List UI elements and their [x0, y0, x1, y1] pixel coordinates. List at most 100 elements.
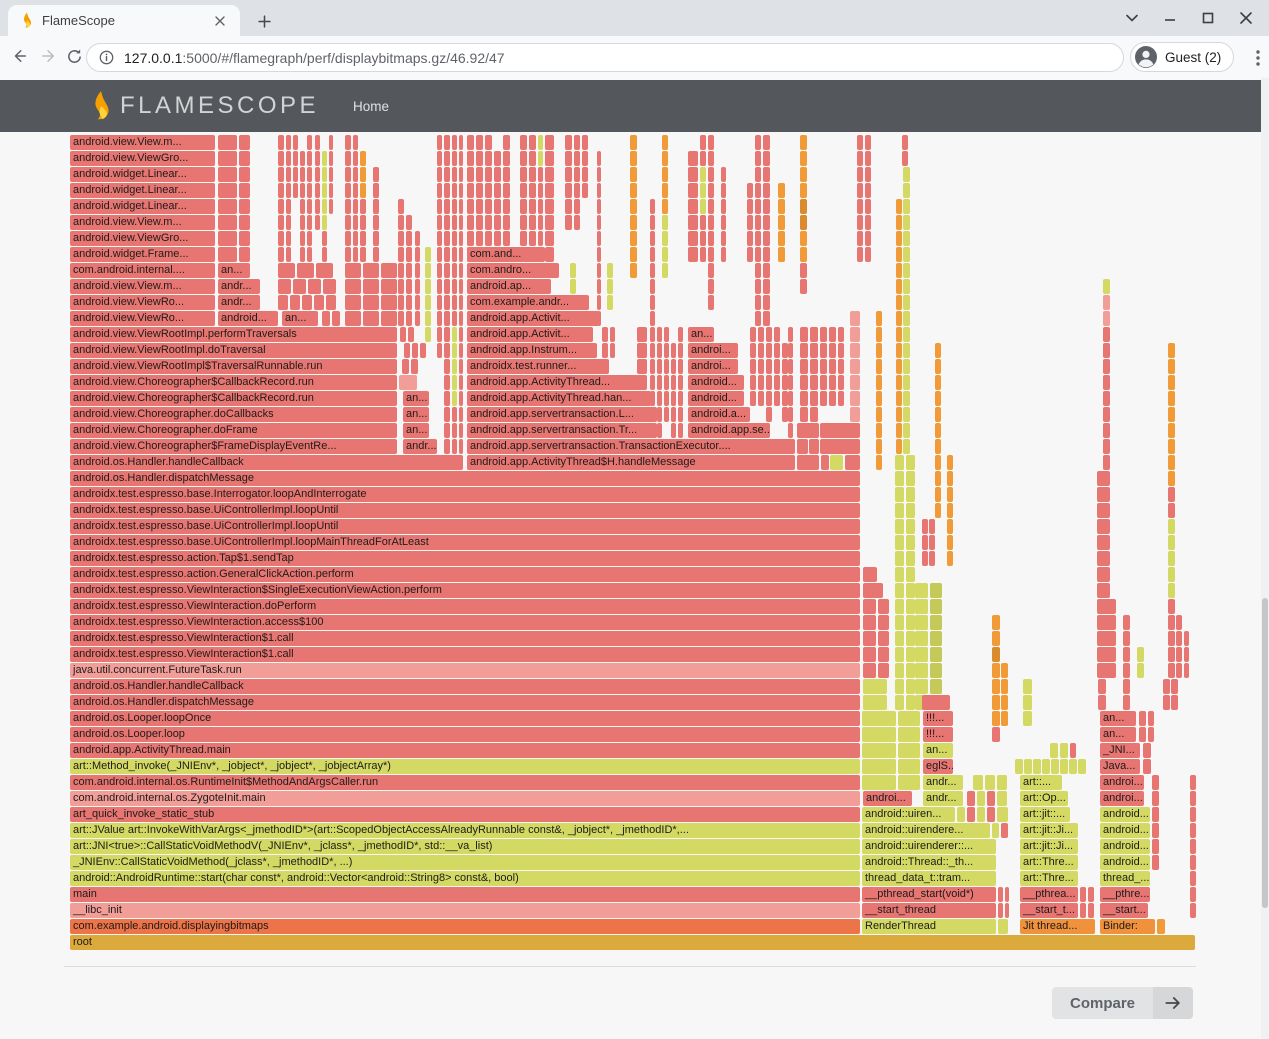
frame[interactable] [1148, 727, 1154, 742]
frame[interactable] [1123, 695, 1130, 710]
frame[interactable]: art::JNI<true>::CallStaticVoidMethodV(_J… [70, 839, 860, 854]
frame[interactable] [878, 599, 889, 614]
frame[interactable] [1123, 647, 1130, 662]
frame[interactable] [1190, 871, 1196, 886]
frame[interactable] [452, 295, 457, 310]
frame[interactable] [545, 151, 554, 166]
frame[interactable] [1176, 631, 1182, 646]
frame[interactable]: android::uiren... [862, 807, 955, 822]
frame[interactable] [485, 135, 492, 150]
frame[interactable] [1103, 343, 1110, 358]
frame[interactable] [503, 151, 510, 166]
frame[interactable] [239, 183, 250, 198]
url-bar[interactable]: 127.0.0.1:5000/#/flamegraph/perf/display… [86, 43, 1124, 72]
frame[interactable] [763, 167, 770, 182]
frame[interactable] [820, 359, 827, 374]
frame[interactable] [671, 359, 676, 374]
frame[interactable] [895, 647, 904, 662]
frame[interactable] [459, 199, 463, 214]
frame[interactable] [353, 167, 358, 182]
frame[interactable]: art::Thre... [1020, 871, 1078, 886]
frame[interactable]: android.view.ViewGro... [70, 151, 215, 166]
frame[interactable] [1097, 471, 1110, 486]
frame[interactable] [895, 583, 904, 598]
frame[interactable] [821, 455, 829, 470]
frame[interactable] [300, 151, 305, 166]
frame[interactable] [529, 199, 536, 214]
frame[interactable] [800, 359, 808, 374]
frame[interactable]: android.os.Handler.dispatchMessage [70, 471, 860, 486]
frame[interactable] [903, 375, 910, 390]
frame[interactable] [1139, 727, 1146, 742]
frame[interactable] [315, 167, 320, 182]
frame[interactable] [353, 135, 358, 150]
frame[interactable] [947, 487, 953, 502]
frame[interactable] [444, 391, 450, 406]
frame[interactable] [345, 183, 351, 198]
frame[interactable] [452, 167, 457, 182]
frame[interactable] [329, 183, 333, 198]
frame[interactable] [1163, 679, 1170, 694]
frame[interactable] [582, 151, 588, 166]
frame[interactable] [1168, 487, 1175, 502]
frame[interactable] [610, 327, 615, 342]
frame[interactable] [315, 151, 320, 166]
frame[interactable] [915, 663, 928, 678]
frame[interactable] [700, 167, 706, 182]
frame[interactable] [930, 631, 942, 646]
frame[interactable] [467, 183, 474, 198]
frame[interactable] [810, 359, 818, 374]
frame[interactable]: androidx.test.espresso.action.GeneralCli… [70, 567, 860, 582]
frame[interactable] [425, 295, 431, 310]
frame[interactable]: an... [688, 327, 714, 342]
close-icon[interactable] [1227, 6, 1265, 30]
frame[interactable] [286, 231, 291, 246]
frame[interactable] [876, 359, 882, 374]
frame[interactable] [360, 199, 366, 214]
frame[interactable] [381, 311, 397, 326]
frame[interactable]: com.and... [467, 247, 545, 262]
frame[interactable] [915, 615, 928, 630]
frame[interactable] [1097, 599, 1116, 614]
frame[interactable] [800, 135, 807, 150]
frame[interactable] [406, 215, 412, 230]
frame[interactable] [485, 151, 492, 166]
frame[interactable]: android.os.Handler.handleCallback [70, 679, 860, 694]
frame[interactable] [935, 455, 941, 470]
frame[interactable] [708, 263, 714, 278]
frame[interactable] [545, 135, 554, 150]
frame[interactable]: __start_thread [862, 903, 996, 918]
frame[interactable] [459, 151, 463, 166]
frame[interactable] [788, 359, 793, 374]
frame[interactable] [998, 903, 1003, 918]
frame[interactable] [766, 407, 772, 422]
frame[interactable] [758, 391, 764, 406]
frame[interactable] [755, 183, 761, 198]
frame[interactable] [998, 919, 1008, 934]
frame[interactable] [1088, 887, 1094, 902]
frame[interactable] [755, 135, 761, 150]
frame[interactable] [678, 359, 683, 374]
frame[interactable] [444, 343, 450, 358]
frame[interactable] [452, 279, 457, 294]
frame[interactable] [607, 295, 613, 310]
frame[interactable] [688, 151, 698, 166]
frame[interactable] [800, 151, 807, 166]
frame[interactable] [574, 215, 580, 230]
frame[interactable]: com.android.internal.... [70, 263, 215, 278]
frame[interactable] [574, 199, 580, 214]
frame[interactable] [1103, 407, 1110, 422]
frame[interactable] [800, 263, 807, 278]
frame[interactable] [329, 135, 333, 150]
frame[interactable] [307, 199, 312, 214]
frame[interactable] [935, 343, 941, 358]
frame[interactable]: __pthrea... [1020, 887, 1078, 902]
frame[interactable]: android.app.ActivityThread... [467, 375, 639, 390]
frame[interactable] [353, 151, 358, 166]
frame[interactable] [992, 727, 1000, 742]
frame[interactable] [862, 743, 896, 758]
frame[interactable] [326, 295, 336, 310]
frame[interactable] [758, 343, 764, 358]
frame[interactable] [1184, 647, 1189, 662]
frame[interactable] [602, 327, 608, 342]
